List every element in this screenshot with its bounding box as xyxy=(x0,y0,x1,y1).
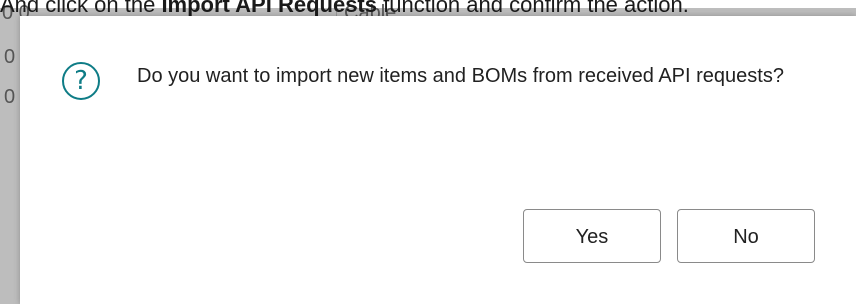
dialog-message: Do you want to import new items and BOMs… xyxy=(137,65,784,87)
yes-button[interactable]: Yes xyxy=(523,209,661,263)
no-button[interactable]: No xyxy=(677,209,815,263)
page: 0 0 Cable 0 0 And click on the Import AP… xyxy=(0,0,856,304)
background-row-marker: 0 xyxy=(4,46,16,68)
confirm-dialog: ? Do you want to import new items and BO… xyxy=(20,16,856,304)
question-mark-icon: ? xyxy=(62,62,100,100)
background-row-marker: 0 xyxy=(4,86,16,108)
